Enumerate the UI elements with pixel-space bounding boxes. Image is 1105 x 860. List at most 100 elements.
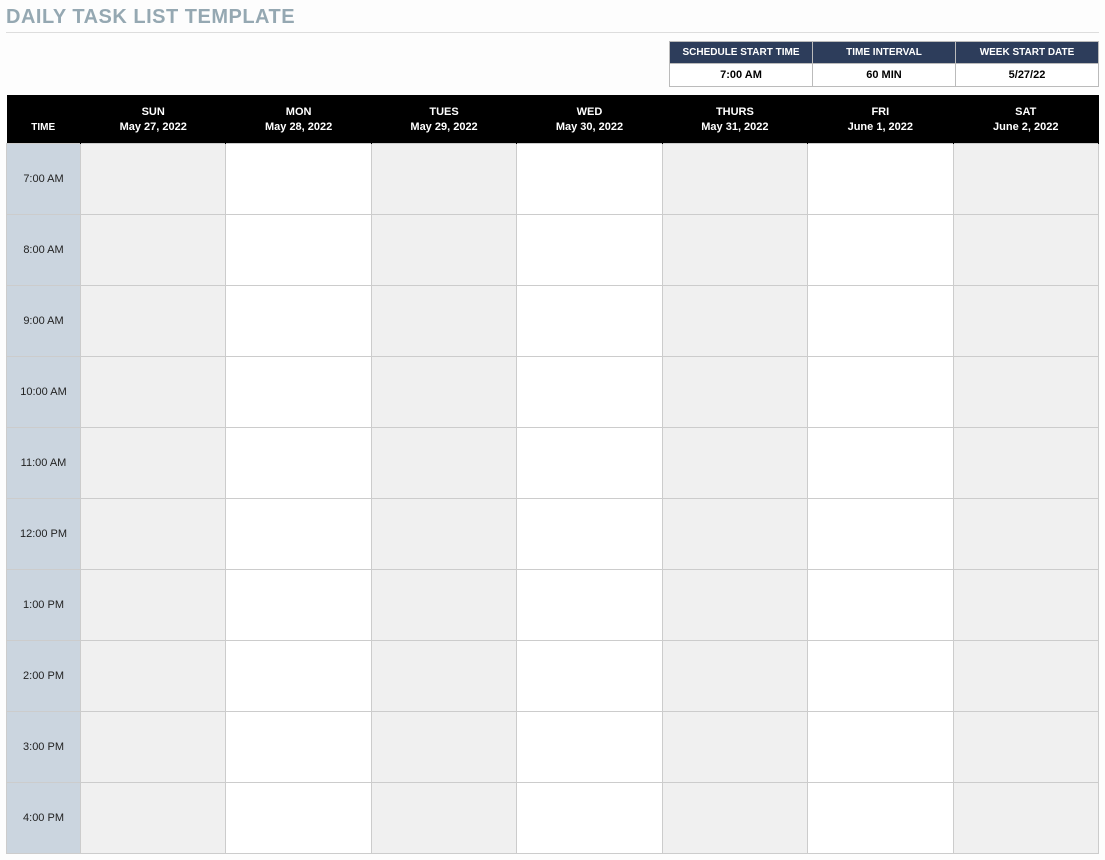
task-cell[interactable] — [662, 569, 807, 640]
task-cell[interactable] — [226, 569, 371, 640]
day-header-wed: WEDMay 30, 2022 — [517, 95, 662, 143]
day-date: May 29, 2022 — [376, 120, 512, 135]
task-cell[interactable] — [517, 427, 662, 498]
task-cell[interactable] — [81, 356, 226, 427]
day-header-thurs: THURSMay 31, 2022 — [662, 95, 807, 143]
task-cell[interactable] — [81, 143, 226, 214]
day-header-sun: SUNMay 27, 2022 — [81, 95, 226, 143]
schedule-row: 4:00 PM — [7, 782, 1099, 853]
task-cell[interactable] — [81, 640, 226, 711]
task-cell[interactable] — [226, 143, 371, 214]
config-header-interval: TIME INTERVAL — [813, 42, 956, 64]
task-cell[interactable] — [808, 285, 953, 356]
task-cell[interactable] — [81, 782, 226, 853]
task-cell[interactable] — [808, 782, 953, 853]
config-value-interval[interactable]: 60 MIN — [813, 64, 956, 87]
task-cell[interactable] — [226, 640, 371, 711]
day-date: May 27, 2022 — [85, 120, 221, 135]
schedule-row: 11:00 AM — [7, 427, 1099, 498]
page-title: DAILY TASK LIST TEMPLATE — [6, 6, 1099, 29]
day-name: WED — [521, 105, 657, 120]
task-cell[interactable] — [371, 711, 516, 782]
task-cell[interactable] — [953, 782, 1098, 853]
time-cell: 11:00 AM — [7, 427, 81, 498]
task-cell[interactable] — [226, 782, 371, 853]
task-cell[interactable] — [371, 782, 516, 853]
task-cell[interactable] — [953, 143, 1098, 214]
task-cell[interactable] — [226, 285, 371, 356]
task-cell[interactable] — [81, 711, 226, 782]
time-column-header: TIME — [7, 95, 81, 143]
task-cell[interactable] — [808, 427, 953, 498]
time-cell: 8:00 AM — [7, 214, 81, 285]
task-cell[interactable] — [371, 569, 516, 640]
task-cell[interactable] — [808, 498, 953, 569]
task-cell[interactable] — [517, 498, 662, 569]
task-cell[interactable] — [226, 498, 371, 569]
day-date: May 31, 2022 — [667, 120, 803, 135]
task-cell[interactable] — [662, 498, 807, 569]
task-cell[interactable] — [808, 569, 953, 640]
task-cell[interactable] — [953, 711, 1098, 782]
task-cell[interactable] — [953, 569, 1098, 640]
task-cell[interactable] — [226, 711, 371, 782]
task-cell[interactable] — [808, 143, 953, 214]
task-cell[interactable] — [81, 498, 226, 569]
task-cell[interactable] — [953, 285, 1098, 356]
task-cell[interactable] — [517, 143, 662, 214]
task-cell[interactable] — [662, 214, 807, 285]
task-cell[interactable] — [81, 569, 226, 640]
task-cell[interactable] — [371, 143, 516, 214]
task-cell[interactable] — [808, 214, 953, 285]
day-name: THURS — [667, 105, 803, 120]
task-cell[interactable] — [953, 498, 1098, 569]
schedule-table: TIME SUNMay 27, 2022 MONMay 28, 2022 TUE… — [6, 95, 1099, 854]
task-cell[interactable] — [81, 285, 226, 356]
task-cell[interactable] — [517, 640, 662, 711]
config-header-week-start: WEEK START DATE — [956, 42, 1099, 64]
task-cell[interactable] — [517, 214, 662, 285]
day-name: TUES — [376, 105, 512, 120]
task-cell[interactable] — [371, 498, 516, 569]
task-cell[interactable] — [226, 356, 371, 427]
task-cell[interactable] — [517, 569, 662, 640]
task-cell[interactable] — [662, 427, 807, 498]
task-cell[interactable] — [371, 214, 516, 285]
task-cell[interactable] — [662, 640, 807, 711]
task-cell[interactable] — [953, 640, 1098, 711]
task-cell[interactable] — [517, 356, 662, 427]
task-cell[interactable] — [226, 427, 371, 498]
task-cell[interactable] — [517, 782, 662, 853]
task-cell[interactable] — [662, 711, 807, 782]
task-cell[interactable] — [81, 427, 226, 498]
schedule-header-row: TIME SUNMay 27, 2022 MONMay 28, 2022 TUE… — [7, 95, 1099, 143]
task-cell[interactable] — [662, 356, 807, 427]
day-name: FRI — [812, 105, 948, 120]
task-cell[interactable] — [808, 640, 953, 711]
task-cell[interactable] — [517, 285, 662, 356]
schedule-row: 2:00 PM — [7, 640, 1099, 711]
task-cell[interactable] — [953, 214, 1098, 285]
task-cell[interactable] — [371, 285, 516, 356]
task-cell[interactable] — [81, 214, 226, 285]
task-cell[interactable] — [371, 356, 516, 427]
config-value-week-start[interactable]: 5/27/22 — [956, 64, 1099, 87]
title-divider — [6, 32, 1099, 33]
config-value-start-time[interactable]: 7:00 AM — [670, 64, 813, 87]
task-cell[interactable] — [662, 285, 807, 356]
task-cell[interactable] — [662, 143, 807, 214]
day-name: SUN — [85, 105, 221, 120]
task-cell[interactable] — [953, 356, 1098, 427]
task-cell[interactable] — [371, 427, 516, 498]
time-cell: 2:00 PM — [7, 640, 81, 711]
schedule-row: 9:00 AM — [7, 285, 1099, 356]
task-cell[interactable] — [953, 427, 1098, 498]
task-cell[interactable] — [662, 782, 807, 853]
task-cell[interactable] — [226, 214, 371, 285]
task-cell[interactable] — [517, 711, 662, 782]
task-cell[interactable] — [808, 711, 953, 782]
task-cell[interactable] — [371, 640, 516, 711]
day-header-tues: TUESMay 29, 2022 — [371, 95, 516, 143]
schedule-row: 8:00 AM — [7, 214, 1099, 285]
task-cell[interactable] — [808, 356, 953, 427]
